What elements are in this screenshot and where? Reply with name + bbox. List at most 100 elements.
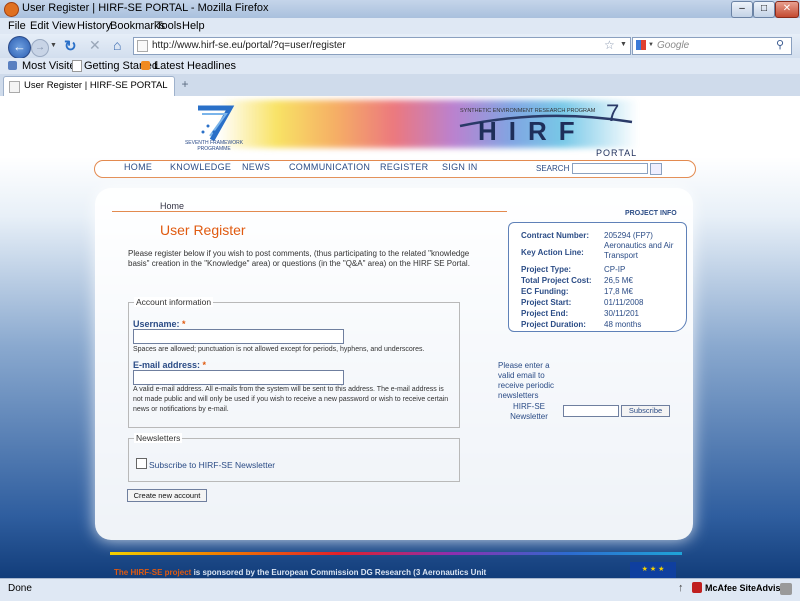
search-bar[interactable]: ▼ Google ⚲: [632, 37, 792, 55]
maximize-button[interactable]: □: [753, 1, 775, 18]
footer-text: The HIRF-SE project is sponsored by the …: [114, 568, 486, 577]
most-visited-icon: [8, 61, 17, 70]
bookmarks-toolbar: Most Visited Getting Started Latest Head…: [0, 58, 800, 74]
google-icon[interactable]: [636, 40, 646, 50]
project-end-key: Project End:: [521, 309, 569, 318]
site-search-button[interactable]: [650, 163, 662, 175]
breadcrumb-home[interactable]: Home: [160, 201, 184, 211]
back-button[interactable]: ←: [8, 36, 31, 59]
site-search-input[interactable]: [572, 163, 648, 174]
bookmark-star-icon[interactable]: ☆: [604, 38, 615, 52]
email-input[interactable]: [133, 370, 344, 385]
search-icon[interactable]: ⚲: [776, 38, 784, 51]
project-info-box: Contract Number: 205294 (FP7) Key Action…: [508, 222, 687, 332]
home-icon[interactable]: ⌂: [113, 37, 121, 53]
reload-icon[interactable]: ↻: [64, 37, 77, 55]
project-start-key: Project Start:: [521, 298, 572, 307]
fp7-text: SEVENTH FRAMEWORK PROGRAMME: [184, 140, 244, 152]
footer-sponsor-text: is sponsored by the European Commission …: [191, 568, 487, 577]
url-text: http://www.hirf-se.eu/portal/?q=user/reg…: [152, 40, 346, 51]
menu-view[interactable]: View: [52, 20, 76, 32]
fp7-logo: SEVENTH FRAMEWORK PROGRAMME: [168, 102, 258, 156]
newsletter-email-input[interactable]: [563, 405, 619, 417]
page-content: SEVENTH FRAMEWORK PROGRAMME SYNTHETIC EN…: [0, 96, 800, 578]
page-icon: [137, 40, 148, 52]
nav-home[interactable]: HOME: [124, 162, 152, 172]
history-dropdown-icon[interactable]: ▼: [50, 42, 57, 49]
total-project-cost-key: Total Project Cost:: [521, 276, 592, 285]
search-engine-dropdown-icon[interactable]: ▼: [648, 42, 654, 48]
total-project-cost-value: 26,5 M€: [604, 276, 633, 285]
username-input[interactable]: [133, 329, 344, 344]
portal-wordmark: PORTAL: [596, 148, 638, 158]
newsletter-prompt: Please enter a valid email to receive pe…: [498, 361, 555, 400]
nav-register[interactable]: REGISTER: [380, 162, 428, 172]
minimize-button[interactable]: –: [731, 1, 753, 18]
search-placeholder: Google: [657, 40, 690, 51]
nav-communication[interactable]: COMMUNICATION: [289, 162, 370, 172]
newsletter-side-label: HIRF-SE Newsletter: [510, 402, 548, 421]
eu-flag-icon: ★ ★ ★: [630, 562, 676, 578]
create-account-button[interactable]: Create new account: [127, 489, 207, 502]
tab-label: User Register | HIRF-SE PORTAL: [24, 80, 168, 91]
project-duration-key: Project Duration:: [521, 320, 586, 329]
stop-icon[interactable]: ✕: [89, 37, 101, 54]
project-end-value: 30/11/201: [604, 309, 639, 318]
newsletter-checkbox[interactable]: [136, 458, 147, 469]
menu-edit[interactable]: Edit: [30, 20, 49, 32]
menu-tools[interactable]: Tools: [156, 20, 182, 32]
getting-started-icon: [72, 60, 82, 72]
mcafee-icon: [692, 582, 702, 593]
footer-project-link[interactable]: The HIRF-SE project: [114, 568, 191, 577]
forward-button[interactable]: →: [31, 39, 49, 57]
hirf-logo: SYNTHETIC ENVIRONMENT RESEARCH PROGRAM 7…: [456, 100, 638, 162]
new-tab-button[interactable]: +: [178, 77, 192, 92]
window-title-bar: User Register | HIRF-SE PORTAL - Mozilla…: [0, 0, 800, 18]
newsletters-legend: Newsletters: [134, 433, 183, 443]
intro-text: Please register below if you wish to pos…: [128, 249, 470, 268]
nav-news[interactable]: NEWS: [242, 162, 270, 172]
key-action-line-value: Aeronautics and Air Transport: [604, 241, 674, 260]
project-duration-value: 48 months: [604, 320, 642, 329]
siteadvisor-status-icon[interactable]: [780, 583, 792, 595]
tab-user-register[interactable]: User Register | HIRF-SE PORTAL: [3, 76, 175, 96]
account-legend: Account information: [134, 297, 214, 307]
mcafee-siteadvisor[interactable]: McAfee SiteAdvisor: [705, 583, 790, 593]
address-bar[interactable]: http://www.hirf-se.eu/portal/?q=user/reg…: [133, 37, 631, 55]
menu-file[interactable]: File: [8, 20, 26, 32]
site-header: SEVENTH FRAMEWORK PROGRAMME SYNTHETIC EN…: [0, 96, 800, 158]
nav-sign-in[interactable]: SIGN IN: [442, 162, 478, 172]
menu-bar: File Edit View History Bookmarks Tools H…: [0, 18, 800, 34]
addon-arrow-icon[interactable]: ↑: [678, 582, 684, 594]
subscribe-button[interactable]: Subscribe: [621, 405, 670, 417]
tab-page-icon: [9, 81, 20, 93]
window-title: User Register | HIRF-SE PORTAL - Mozilla…: [22, 2, 269, 14]
bookmark-latest-headlines[interactable]: Latest Headlines: [154, 60, 236, 72]
project-start-value: 01/11/2008: [604, 298, 644, 307]
site-search-label: SEARCH: [536, 164, 570, 173]
newsletter-checkbox-label[interactable]: Subscribe to HIRF-SE Newsletter: [149, 460, 275, 470]
project-info-title: PROJECT INFO: [625, 210, 677, 217]
contract-number-key: Contract Number:: [521, 231, 590, 240]
menu-history[interactable]: History: [77, 20, 111, 32]
contract-number-value: 205294 (FP7): [604, 231, 653, 240]
email-label: E-mail address: *: [133, 360, 207, 370]
username-help: Spaces are allowed; punctuation is not a…: [133, 346, 425, 353]
username-label: Username: *: [133, 319, 186, 329]
project-type-key: Project Type:: [521, 265, 572, 274]
url-dropdown-icon[interactable]: ▼: [620, 41, 627, 48]
required-mark: *: [202, 360, 207, 370]
required-mark: *: [182, 319, 186, 329]
close-button[interactable]: ✕: [775, 1, 799, 18]
ec-funding-value: 17,8 M€: [604, 287, 633, 296]
menu-help[interactable]: Help: [182, 20, 205, 32]
breadcrumb-divider: [112, 211, 507, 212]
ec-funding-key: EC Funding:: [521, 287, 569, 296]
firefox-icon: [4, 2, 19, 17]
footer-spectrum-line: [110, 552, 682, 555]
key-action-line-key: Key Action Line:: [521, 248, 584, 257]
rss-icon: [141, 61, 150, 70]
status-text: Done: [8, 583, 32, 594]
nav-knowledge[interactable]: KNOWLEDGE: [170, 162, 231, 172]
project-type-value: CP-IP: [604, 265, 626, 274]
